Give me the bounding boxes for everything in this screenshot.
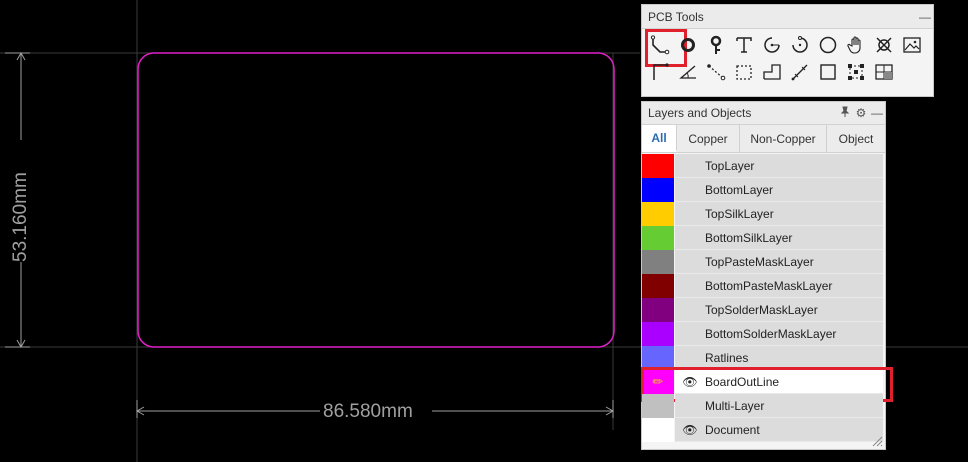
text-tool-button[interactable] [730, 32, 758, 58]
image-icon [903, 36, 921, 53]
layer-name: TopLayer [705, 158, 755, 173]
layer-row-document[interactable]: 👁 Document [642, 418, 885, 442]
tab-non-copper[interactable]: Non-Copper [740, 125, 827, 152]
board-outline[interactable] [137, 52, 615, 348]
pcb-tools-panel: PCB Tools — [641, 4, 934, 97]
layers-objects-panel: Layers and Objects ⚙ — All Copper Non-Co… [641, 101, 893, 450]
arc-center-tool-button[interactable] [758, 32, 786, 58]
layer-row-topsoldermasklayer[interactable]: TopSolderMaskLayer [642, 298, 885, 322]
line-icon [653, 62, 669, 80]
layer-name: BottomLayer [705, 182, 774, 197]
layer-color-swatch[interactable] [642, 394, 674, 418]
text-icon [736, 36, 752, 53]
layer-row-toppastemasklayer[interactable]: TopPasteMaskLayer [642, 250, 885, 274]
region-select-tool-button[interactable] [730, 59, 758, 85]
layer-name: Ratlines [705, 350, 749, 365]
layer-row-ratlines[interactable]: Ratlines [642, 346, 885, 370]
rectangle-icon [820, 63, 836, 80]
layer-row-topsilklayer[interactable]: TopSilkLayer [642, 202, 885, 226]
measure-icon [791, 64, 808, 80]
width-dimension-label: 86.580mm [323, 401, 413, 422]
layer-name: BottomPasteMaskLayer [705, 278, 833, 293]
layer-list: TopLayer BottomLayer TopSilkLayer BottomSil… [641, 154, 893, 442]
layer-name: Document [705, 422, 760, 437]
table-icon [875, 63, 893, 80]
layer-name: Multi-Layer [705, 398, 765, 413]
resize-grip-icon[interactable] [871, 435, 883, 447]
route-track-tool-button[interactable] [645, 28, 687, 67]
region-select-icon [736, 64, 752, 80]
tools-row-1 [645, 28, 933, 67]
layer-color-swatch[interactable] [642, 250, 674, 274]
layers-panel-minimize-button[interactable]: — [869, 106, 885, 120]
layer-color-swatch[interactable] [642, 178, 674, 202]
layer-name: TopSilkLayer [705, 206, 774, 221]
layer-filter-tabs: All Copper Non-Copper Object [642, 125, 885, 153]
angle-icon [679, 65, 696, 79]
layer-color-swatch[interactable] [642, 226, 674, 250]
connect-icon [707, 63, 726, 80]
tab-object[interactable]: Object [827, 125, 885, 152]
layers-panel-title: Layers and Objects [648, 106, 752, 120]
image-tool-button[interactable] [898, 32, 926, 58]
line-tool-button[interactable] [646, 59, 674, 85]
layer-color-swatch[interactable]: ✏ [642, 370, 674, 394]
angle-tool-button[interactable] [674, 59, 702, 85]
layer-row-bottomsilklayer[interactable]: BottomSilkLayer [642, 226, 885, 250]
layer-color-swatch[interactable] [642, 322, 674, 346]
group-icon [848, 63, 864, 80]
layer-name: TopPasteMaskLayer [705, 254, 814, 269]
layer-name: BoardOutLine [705, 374, 780, 389]
connect-tool-button[interactable] [702, 59, 730, 85]
gear-icon[interactable]: ⚙ [853, 106, 869, 120]
layer-color-swatch[interactable] [642, 298, 674, 322]
layer-name: TopSolderMaskLayer [705, 302, 818, 317]
tools-row-2 [646, 58, 933, 85]
measure-tool-button[interactable] [786, 59, 814, 85]
layer-row-toplayer[interactable]: TopLayer [642, 154, 885, 178]
pcb-tools-minimize-button[interactable]: — [917, 10, 933, 24]
arc-endpoints-icon [792, 35, 808, 53]
copper-area-icon [763, 63, 781, 80]
table-tool-button[interactable] [870, 59, 898, 85]
pan-hand-tool-button[interactable] [842, 32, 870, 58]
route-track-icon [650, 34, 670, 54]
layer-color-swatch[interactable] [642, 346, 674, 370]
layer-row-bottomsoldermasklayer[interactable]: BottomSolderMaskLayer [642, 322, 885, 346]
circle-tool-button[interactable] [814, 32, 842, 58]
pencil-icon: ✏ [652, 374, 664, 389]
rectangle-tool-button[interactable] [814, 59, 842, 85]
layer-color-swatch[interactable] [642, 202, 674, 226]
layer-color-swatch[interactable] [642, 418, 674, 442]
cross-select-tool-button[interactable] [870, 32, 898, 58]
via-icon [681, 37, 695, 52]
circle-icon [819, 36, 837, 53]
layer-name: BottomSolderMaskLayer [705, 326, 837, 341]
layer-row-boardoutline[interactable]: ✏ 👁 BoardOutLine [641, 367, 893, 402]
layer-color-swatch[interactable] [642, 274, 674, 298]
cross-select-icon [876, 36, 892, 53]
height-dimension-label: 53.160mm [10, 172, 31, 262]
pcb-tools-header: PCB Tools — [642, 5, 933, 29]
tab-all[interactable]: All [642, 125, 677, 152]
layer-row-bottomlayer[interactable]: BottomLayer [642, 178, 885, 202]
copper-area-tool-button[interactable] [758, 59, 786, 85]
layer-row-multi-layer[interactable]: Multi-Layer [642, 394, 885, 418]
group-tool-button[interactable] [842, 59, 870, 85]
layer-name: BottomSilkLayer [705, 230, 793, 245]
visibility-eye-icon[interactable]: 👁 [675, 375, 705, 389]
pin-icon[interactable] [837, 106, 853, 121]
arc-center-icon [764, 36, 780, 53]
visibility-eye-icon[interactable]: 👁 [675, 423, 705, 437]
layer-row-bottompastemasklayer[interactable]: BottomPasteMaskLayer [642, 274, 885, 298]
pad-tool-button[interactable] [702, 32, 730, 58]
tab-copper[interactable]: Copper [677, 125, 740, 152]
layers-panel-header: Layers and Objects ⚙ — [642, 102, 885, 125]
pcb-tools-title: PCB Tools [648, 9, 704, 24]
pan-hand-icon [847, 35, 861, 54]
layer-color-swatch[interactable] [642, 154, 674, 178]
via-tool-button[interactable] [674, 32, 702, 58]
arc-endpoints-tool-button[interactable] [786, 32, 814, 58]
pad-icon [710, 35, 722, 54]
